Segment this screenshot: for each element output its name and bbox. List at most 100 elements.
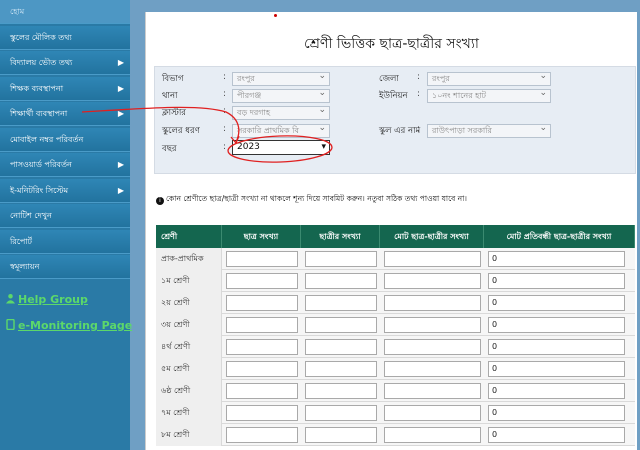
boys-input[interactable] <box>226 251 298 267</box>
school-name-colon: : <box>417 124 420 134</box>
girls-input[interactable] <box>305 427 377 443</box>
sidebar-item[interactable]: মোবাইল নম্বর পরিবর্তন <box>0 127 130 152</box>
boys-input[interactable] <box>226 317 298 333</box>
girls-input[interactable] <box>305 361 377 377</box>
table-header-cell: শ্রেণী <box>156 225 222 248</box>
sidebar-item[interactable]: স্বমূল্যায়ন <box>0 255 130 279</box>
disabled-input[interactable]: 0 <box>488 383 625 399</box>
red-dot-mark <box>274 14 277 17</box>
e-monitoring-link[interactable]: e-Monitoring Page <box>0 319 133 332</box>
class-name-cell: ৩য় শ্রেণী <box>156 314 222 336</box>
disabled-input[interactable]: 0 <box>488 361 625 377</box>
class-name-cell: ৬ষ্ঠ শ্রেণী <box>156 380 222 402</box>
page-title: শ্রেণী ভিত্তিক ছাত্র-ছাত্রীর সংখ্যা <box>304 36 479 52</box>
disabled-input[interactable]: 0 <box>488 251 625 267</box>
total-input[interactable] <box>384 251 481 267</box>
boys-input[interactable] <box>226 361 298 377</box>
girls-input[interactable] <box>305 295 377 311</box>
sidebar-item-label: পাসওয়ার্ড পরিবর্তন <box>10 160 72 169</box>
cluster-colon: : <box>223 106 226 116</box>
boys-input[interactable] <box>226 405 298 421</box>
help-group-link[interactable]: Help Group <box>0 293 130 306</box>
division-select[interactable]: রংপুর <box>232 72 330 86</box>
disabled-input[interactable]: 0 <box>488 405 625 421</box>
sidebar-item[interactable]: শিক্ষক ব্যবস্থাপনা ▶ <box>0 76 130 101</box>
boys-input[interactable] <box>226 383 298 399</box>
year-select[interactable]: 2023 <box>232 140 330 155</box>
filter-panel: বিভাগ : রংপুর জেলা : রংপুর থানা : পীরগঞ্… <box>154 66 636 174</box>
disabled-input[interactable]: 0 <box>488 339 625 355</box>
table-header: শ্রেণী ছাত্র সংখ্যা ছাত্রীর সংখ্যা মোট ছাত্… <box>156 225 635 248</box>
student-count-table: শ্রেণী ছাত্র সংখ্যা ছাত্রীর সংখ্যা মোট ছাত্… <box>156 225 635 446</box>
boys-input[interactable] <box>226 273 298 289</box>
district-select[interactable]: রংপুর <box>427 72 551 86</box>
e-monitoring-label: e-Monitoring Page <box>18 319 133 332</box>
sidebar-item[interactable]: ই-মনিটরিং সিস্টেম ▶ <box>0 178 130 203</box>
sidebar-item[interactable]: হোম <box>0 0 130 24</box>
table-row: প্রাক-প্রাথমিক 0 <box>156 248 635 270</box>
girls-input[interactable] <box>305 405 377 421</box>
sidebar-item[interactable]: নোটিশ দেখুন <box>0 204 130 228</box>
school-type-label: স্কুলের ধরণ <box>162 126 200 136</box>
sidebar-item[interactable]: বিদ্যালয় ভৌত তথ্য ▶ <box>0 51 130 75</box>
school-name-label: স্কুল এর নাম <box>379 126 421 136</box>
table-row: ৬ষ্ঠ শ্রেণী 0 <box>156 380 635 402</box>
class-name-cell: ৫ম শ্রেণী <box>156 358 222 380</box>
union-colon: : <box>417 89 420 99</box>
sidebar-menu: হোম স্কুলের মৌলিক তথ্য বিদ্যালয় ভৌত তথ্য ▶… <box>0 0 130 279</box>
girls-input[interactable] <box>305 383 377 399</box>
year-label: বছর <box>162 144 177 154</box>
total-input[interactable] <box>384 427 481 443</box>
chevron-right-icon: ▶ <box>117 109 124 118</box>
sidebar-item[interactable]: পাসওয়ার্ড পরিবর্তন ▶ <box>0 153 130 177</box>
disabled-input[interactable]: 0 <box>488 295 625 311</box>
class-name-cell: ৭ম শ্রেণী <box>156 402 222 424</box>
thana-select[interactable]: পীরগঞ্জ <box>232 89 330 103</box>
girls-input[interactable] <box>305 251 377 267</box>
total-input[interactable] <box>384 405 481 421</box>
sidebar-item-label: বিদ্যালয় ভৌত তথ্য <box>10 58 73 67</box>
total-input[interactable] <box>384 383 481 399</box>
table-row: ১ম শ্রেণী 0 <box>156 270 635 292</box>
total-input[interactable] <box>384 273 481 289</box>
total-input[interactable] <box>384 295 481 311</box>
sidebar-links: Help Group e-Monitoring Page <box>0 293 133 332</box>
school-type-select[interactable]: সরকারি প্রাথমিক বি <box>232 124 330 138</box>
table-row: ৩য় শ্রেণী 0 <box>156 314 635 336</box>
main-panel: শ্রেণী ভিত্তিক ছাত্র-ছাত্রীর সংখ্যা বিভা… <box>145 12 637 450</box>
table-header-cell: ছাত্রীর সংখ্যা <box>301 225 380 248</box>
district-label: জেলা <box>379 74 399 84</box>
class-name-cell: প্রাক-প্রাথমিক <box>156 248 222 270</box>
disabled-input[interactable]: 0 <box>488 317 625 333</box>
district-colon: : <box>417 72 420 82</box>
disabled-input[interactable]: 0 <box>488 427 625 443</box>
chevron-right-icon: ▶ <box>117 160 124 169</box>
table-body: প্রাক-প্রাথমিক 0 ১ম শ্রেণী 0 ২য় শ্রেণী 0 ৩য় … <box>156 248 635 446</box>
mobile-icon <box>6 319 15 330</box>
disabled-input[interactable]: 0 <box>488 273 625 289</box>
girls-input[interactable] <box>305 273 377 289</box>
total-input[interactable] <box>384 361 481 377</box>
sidebar-item[interactable]: স্কুলের মৌলিক তথ্য <box>0 25 130 50</box>
girls-input[interactable] <box>305 339 377 355</box>
cluster-label: ক্লাস্টার <box>162 108 186 118</box>
boys-input[interactable] <box>226 295 298 311</box>
girls-input[interactable] <box>305 317 377 333</box>
division-label: বিভাগ <box>162 74 184 84</box>
total-input[interactable] <box>384 339 481 355</box>
total-input[interactable] <box>384 317 481 333</box>
school-name-select[interactable]: রাউৎপাড়া সরকারি <box>427 124 551 138</box>
sidebar-item-label: শিক্ষক ব্যবস্থাপনা <box>10 83 64 93</box>
chevron-right-icon: ▶ <box>117 83 124 93</box>
union-select[interactable]: ১০নং শানের হাট <box>427 89 551 103</box>
boys-input[interactable] <box>226 339 298 355</box>
users-icon <box>6 294 15 304</box>
sidebar-item[interactable]: রিপোর্ট <box>0 229 130 254</box>
thana-label: থানা <box>162 91 178 101</box>
union-label: ইউনিয়ন <box>379 91 408 101</box>
boys-input[interactable] <box>226 427 298 443</box>
sidebar-item[interactable]: শিক্ষার্থী ব্যবস্থাপনা ▶ <box>0 102 130 126</box>
table-header-cell: মোট ছাত্র-ছাত্রীর সংখ্যা <box>380 225 484 248</box>
cluster-select[interactable]: বড় দরগাহ <box>232 106 330 120</box>
chevron-right-icon: ▶ <box>117 185 124 195</box>
